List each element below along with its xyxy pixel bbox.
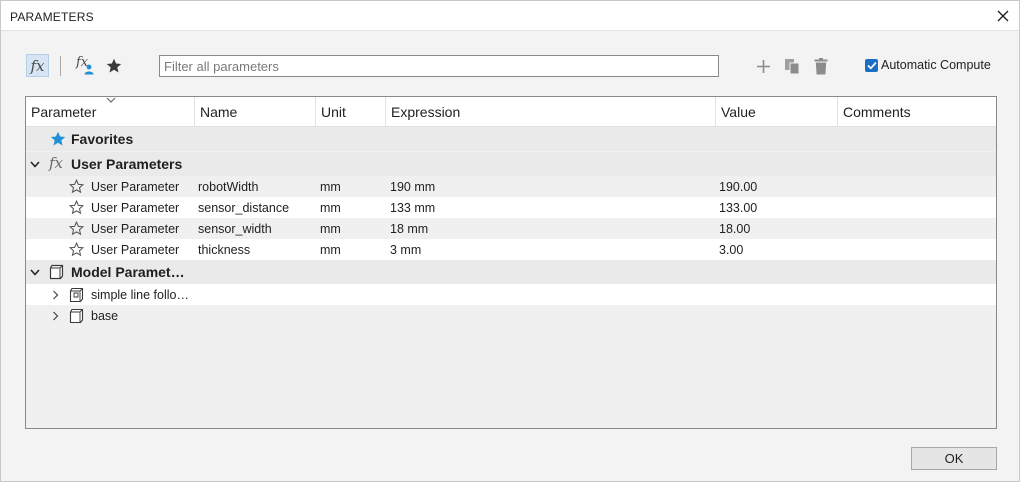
param-type: User Parameter <box>91 180 180 194</box>
column-header-value[interactable]: Value <box>716 97 838 126</box>
delete-parameter-button[interactable] <box>811 56 831 76</box>
favorites-group-label: Favorites <box>71 131 134 147</box>
dialog-title: PARAMETERS <box>10 10 94 24</box>
param-expression[interactable]: 133 mm <box>390 201 435 215</box>
model-parameters-group-label: Model Paramet… <box>71 264 185 280</box>
user-icon <box>84 64 94 75</box>
param-type: User Parameter <box>91 201 180 215</box>
add-parameter-button[interactable] <box>753 56 773 76</box>
component-label: base <box>91 309 119 323</box>
user-parameters-group-row[interactable]: fx User Parameters <box>26 152 996 176</box>
fx-icon: fx <box>49 154 64 172</box>
param-expression[interactable]: 3 mm <box>390 243 421 257</box>
automatic-compute-toggle[interactable]: Automatic Compute <box>865 58 991 72</box>
collapse-chevron-icon[interactable] <box>29 158 41 170</box>
close-button[interactable] <box>993 6 1013 26</box>
copy-icon <box>784 58 799 74</box>
param-type: User Parameter <box>91 222 180 236</box>
component-icon <box>48 263 66 281</box>
table-row[interactable]: User Parameter robotWidth mm 190 mm 190.… <box>26 176 996 197</box>
sort-chevron-icon <box>106 97 116 103</box>
table-row[interactable]: User Parameter sensor_distance mm 133 mm… <box>26 197 996 218</box>
param-unit[interactable]: mm <box>320 201 341 215</box>
parameters-dialog: PARAMETERS fx fx Filter all parameters A… <box>0 0 1020 482</box>
param-value: 133.00 <box>719 201 758 215</box>
component-label: simple line follo… <box>91 288 189 302</box>
parameters-grid: Parameter Name Unit Expression Value Com… <box>25 96 997 429</box>
favorite-toggle-star-icon[interactable] <box>68 199 84 215</box>
param-value: 3.00 <box>719 243 744 257</box>
favorite-toggle-star-icon[interactable] <box>68 178 84 194</box>
favorites-group-row[interactable]: Favorites <box>26 127 996 151</box>
table-row[interactable]: User Parameter thickness mm 3 mm 3.00 <box>26 239 996 260</box>
column-header-expression[interactable]: Expression <box>386 97 716 126</box>
param-unit[interactable]: mm <box>320 243 341 257</box>
body-icon <box>68 307 85 324</box>
param-name[interactable]: sensor_width <box>198 222 272 236</box>
column-header-unit[interactable]: Unit <box>316 97 386 126</box>
favorite-star-icon <box>49 130 67 148</box>
user-parameters-filter-button[interactable]: fx <box>74 55 96 77</box>
list-item[interactable]: simple line follo… <box>26 284 996 305</box>
checkmark-icon <box>866 61 877 70</box>
column-header-label: Parameter <box>31 104 97 120</box>
param-name[interactable]: robotWidth <box>198 180 258 194</box>
param-expression[interactable]: 190 mm <box>390 180 435 194</box>
automatic-compute-label: Automatic Compute <box>881 58 991 72</box>
automatic-compute-checkbox[interactable] <box>865 58 878 72</box>
expand-chevron-icon[interactable] <box>50 310 60 321</box>
param-type: User Parameter <box>91 243 180 257</box>
expand-chevron-icon[interactable] <box>50 289 60 300</box>
param-value: 190.00 <box>719 180 758 194</box>
column-header-name[interactable]: Name <box>195 97 316 126</box>
toolbar-separator <box>60 56 61 76</box>
favorites-filter-button[interactable] <box>104 55 124 77</box>
grid-header: Parameter Name Unit Expression Value Com… <box>26 97 996 127</box>
column-header-parameter[interactable]: Parameter <box>26 97 195 126</box>
param-unit[interactable]: mm <box>320 180 341 194</box>
fx-icon: fx <box>30 56 45 75</box>
favorite-toggle-star-icon[interactable] <box>68 220 84 236</box>
copy-parameter-button[interactable] <box>782 56 802 76</box>
model-parameters-group-row[interactable]: Model Paramet… <box>26 260 996 284</box>
table-row[interactable]: User Parameter sensor_width mm 18 mm 18.… <box>26 218 996 239</box>
collapse-chevron-icon[interactable] <box>29 266 41 278</box>
component-icon <box>68 286 85 303</box>
param-name[interactable]: thickness <box>198 243 250 257</box>
star-icon <box>106 58 122 73</box>
filter-input[interactable] <box>159 55 719 77</box>
title-bar: PARAMETERS <box>1 1 1019 31</box>
trash-icon <box>814 57 828 74</box>
favorite-toggle-star-icon[interactable] <box>68 241 84 257</box>
ok-button[interactable]: OK <box>911 447 997 470</box>
user-parameters-group-label: User Parameters <box>71 156 183 172</box>
plus-icon <box>756 59 770 73</box>
column-header-comments[interactable]: Comments <box>838 97 996 126</box>
param-value: 18.00 <box>719 222 751 236</box>
fx-filter-toggle[interactable]: fx <box>26 54 49 77</box>
close-icon <box>997 10 1009 22</box>
param-expression[interactable]: 18 mm <box>390 222 428 236</box>
list-item[interactable]: base <box>26 305 996 326</box>
param-name[interactable]: sensor_distance <box>198 201 289 215</box>
param-unit[interactable]: mm <box>320 222 341 236</box>
